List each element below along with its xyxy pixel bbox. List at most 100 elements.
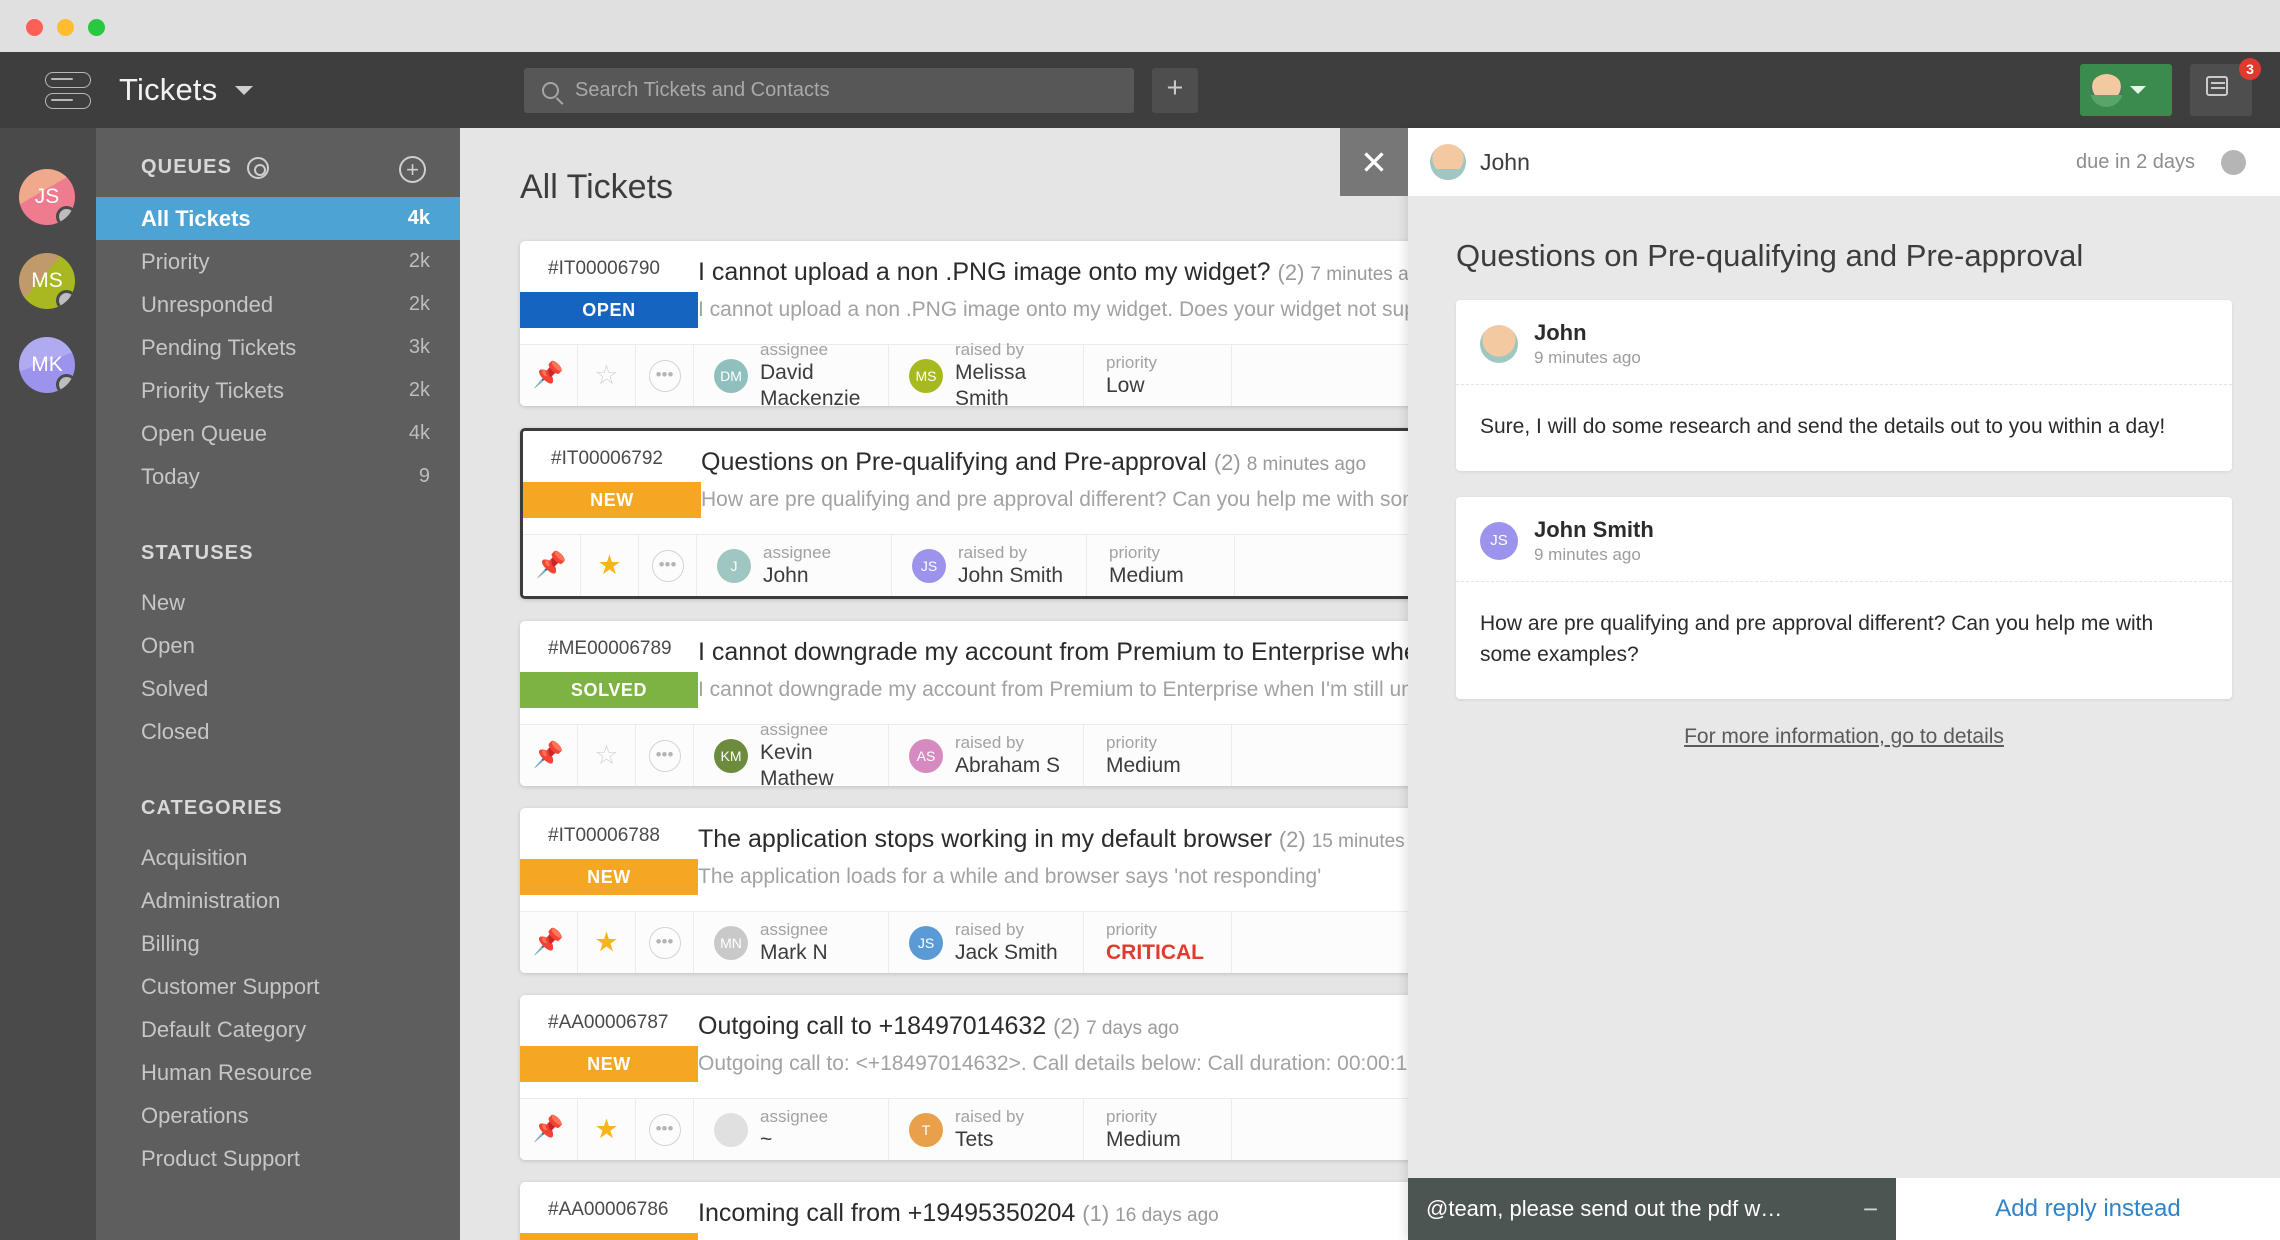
queue-label: Priority Tickets: [141, 378, 284, 404]
assignee-cell[interactable]: assignee~: [694, 1099, 889, 1160]
star-ticket-button[interactable]: ☆: [578, 345, 636, 406]
star-ticket-button[interactable]: ★: [581, 535, 639, 596]
add-queue-button[interactable]: +: [399, 156, 426, 183]
raised-by-label: raised by: [955, 920, 1024, 939]
category-item-default-category[interactable]: Default Category: [96, 1008, 460, 1051]
ticket-more-button[interactable]: •••: [636, 1099, 694, 1160]
close-window-button[interactable]: [26, 19, 43, 36]
queue-count: 2k: [409, 250, 430, 273]
raised-by-value: Jack Smith: [955, 941, 1058, 964]
pin-ticket-button[interactable]: 📌: [520, 1099, 578, 1160]
raised-by-value: Abraham S: [955, 754, 1060, 777]
pin-ticket-button[interactable]: 📌: [520, 345, 578, 406]
pin-ticket-button[interactable]: 📌: [523, 535, 581, 596]
gear-icon[interactable]: [247, 157, 269, 179]
hamburger-icon[interactable]: [45, 69, 91, 111]
raised-by-label: raised by: [955, 1107, 1024, 1126]
agent-avatar-rail: JS MS MK: [0, 128, 96, 1240]
priority-cell[interactable]: priorityCRITICAL: [1084, 912, 1232, 973]
avatar[interactable]: MK: [19, 337, 75, 393]
avatar[interactable]: MS: [19, 253, 75, 309]
profile-menu-button[interactable]: [2080, 64, 2172, 116]
raised-by-cell[interactable]: JSraised byJack Smith: [889, 912, 1084, 973]
raised-by-cell[interactable]: MSraised byMelissa Smith: [889, 345, 1084, 406]
close-detail-button[interactable]: ✕: [1340, 128, 1408, 196]
minimize-icon[interactable]: −: [1863, 1194, 1878, 1225]
ticket-more-button[interactable]: •••: [636, 725, 694, 786]
sidebar-item-priority-tickets[interactable]: Priority Tickets2k: [96, 369, 460, 412]
message-thread: John9 minutes agoSure, I will do some re…: [1408, 274, 2280, 699]
priority-label: priority: [1106, 1107, 1157, 1127]
status-dot[interactable]: [2221, 150, 2246, 175]
category-item-human-resource[interactable]: Human Resource: [96, 1051, 460, 1094]
priority-cell[interactable]: priorityMedium: [1084, 1099, 1232, 1160]
category-item-billing[interactable]: Billing: [96, 922, 460, 965]
assignee-cell[interactable]: MNassigneeMark N: [694, 912, 889, 973]
raised-by-cell[interactable]: JSraised byJohn Smith: [892, 535, 1087, 596]
assignee-cell[interactable]: KMassigneeKevin Mathew: [694, 725, 889, 786]
status-item-closed[interactable]: Closed: [96, 710, 460, 753]
assignee-cell[interactable]: DMassigneeDavid Mackenzie: [694, 345, 889, 406]
sidebar-item-today[interactable]: Today9: [96, 455, 460, 498]
star-ticket-button[interactable]: ★: [578, 1099, 636, 1160]
maximize-window-button[interactable]: [88, 19, 105, 36]
sidebar-item-priority[interactable]: Priority2k: [96, 240, 460, 283]
search-box[interactable]: [524, 68, 1134, 113]
status-badge: SOLVED: [520, 672, 698, 708]
draft-reply-box[interactable]: @team, please send out the pdf w… −: [1408, 1178, 1896, 1240]
message-card: John9 minutes agoSure, I will do some re…: [1456, 300, 2232, 471]
add-ticket-button[interactable]: +: [1152, 68, 1198, 113]
status-item-new[interactable]: New: [96, 581, 460, 624]
minimize-window-button[interactable]: [57, 19, 74, 36]
status-item-open[interactable]: Open: [96, 624, 460, 667]
avatar: [1480, 325, 1518, 363]
ticket-id: #IT00006792: [551, 448, 701, 470]
priority-value: Medium: [1106, 1127, 1181, 1152]
top-navigation-bar: Tickets: [0, 52, 2280, 128]
message-body: Sure, I will do some research and send t…: [1456, 385, 2232, 471]
raised-by-value: Tets: [955, 1128, 994, 1151]
reply-bar: @team, please send out the pdf w… − Add …: [1408, 1178, 2280, 1240]
category-item-acquisition[interactable]: Acquisition: [96, 836, 460, 879]
priority-cell[interactable]: priorityMedium: [1087, 535, 1235, 596]
raised-by-cell[interactable]: ASraised byAbraham S: [889, 725, 1084, 786]
pin-ticket-button[interactable]: 📌: [520, 912, 578, 973]
avatar: [714, 1113, 748, 1147]
category-item-operations[interactable]: Operations: [96, 1094, 460, 1137]
add-reply-button[interactable]: Add reply instead: [1896, 1178, 2280, 1240]
category-item-administration[interactable]: Administration: [96, 879, 460, 922]
traffic-light-buttons[interactable]: [26, 19, 105, 36]
avatar[interactable]: JS: [19, 169, 75, 225]
assignee-cell[interactable]: JassigneeJohn: [697, 535, 892, 596]
ticket-more-button[interactable]: •••: [636, 345, 694, 406]
avatar: T: [909, 1113, 943, 1147]
priority-cell[interactable]: priorityMedium: [1084, 725, 1232, 786]
message-author: John Smith: [1534, 517, 1654, 542]
chevron-down-icon[interactable]: [235, 86, 253, 95]
raised-by-cell[interactable]: Traised by Tets: [889, 1099, 1084, 1160]
star-ticket-button[interactable]: ☆: [578, 725, 636, 786]
star-ticket-button[interactable]: ★: [578, 912, 636, 973]
ticket-more-button[interactable]: •••: [639, 535, 697, 596]
status-item-solved[interactable]: Solved: [96, 667, 460, 710]
more-information-link[interactable]: For more information, go to details: [1684, 725, 2004, 748]
ticket-more-button[interactable]: •••: [636, 912, 694, 973]
category-item-customer-support[interactable]: Customer Support: [96, 965, 460, 1008]
raised-by-label: raised by: [955, 340, 1024, 359]
draft-text: @team, please send out the pdf w…: [1426, 1196, 1782, 1222]
pin-ticket-button[interactable]: 📌: [520, 725, 578, 786]
sidebar-item-unresponded[interactable]: Unresponded2k: [96, 283, 460, 326]
category-list: AcquisitionAdministrationBillingCustomer…: [96, 836, 460, 1180]
sidebar-item-all-tickets[interactable]: All Tickets4k: [96, 197, 460, 240]
priority-cell[interactable]: priorityLow: [1084, 345, 1232, 406]
priority-value: CRITICAL: [1106, 940, 1204, 965]
pin-icon: 📌: [533, 741, 564, 770]
sidebar-item-pending-tickets[interactable]: Pending Tickets3k: [96, 326, 460, 369]
raised-by-value: John Smith: [958, 564, 1063, 587]
category-item-product-support[interactable]: Product Support: [96, 1137, 460, 1180]
sidebar-item-open-queue[interactable]: Open Queue4k: [96, 412, 460, 455]
search-input[interactable]: [575, 79, 1134, 102]
page-title: Tickets: [119, 72, 217, 108]
avatar-initials: MK: [31, 353, 63, 377]
window-titlebar: [0, 0, 2280, 52]
